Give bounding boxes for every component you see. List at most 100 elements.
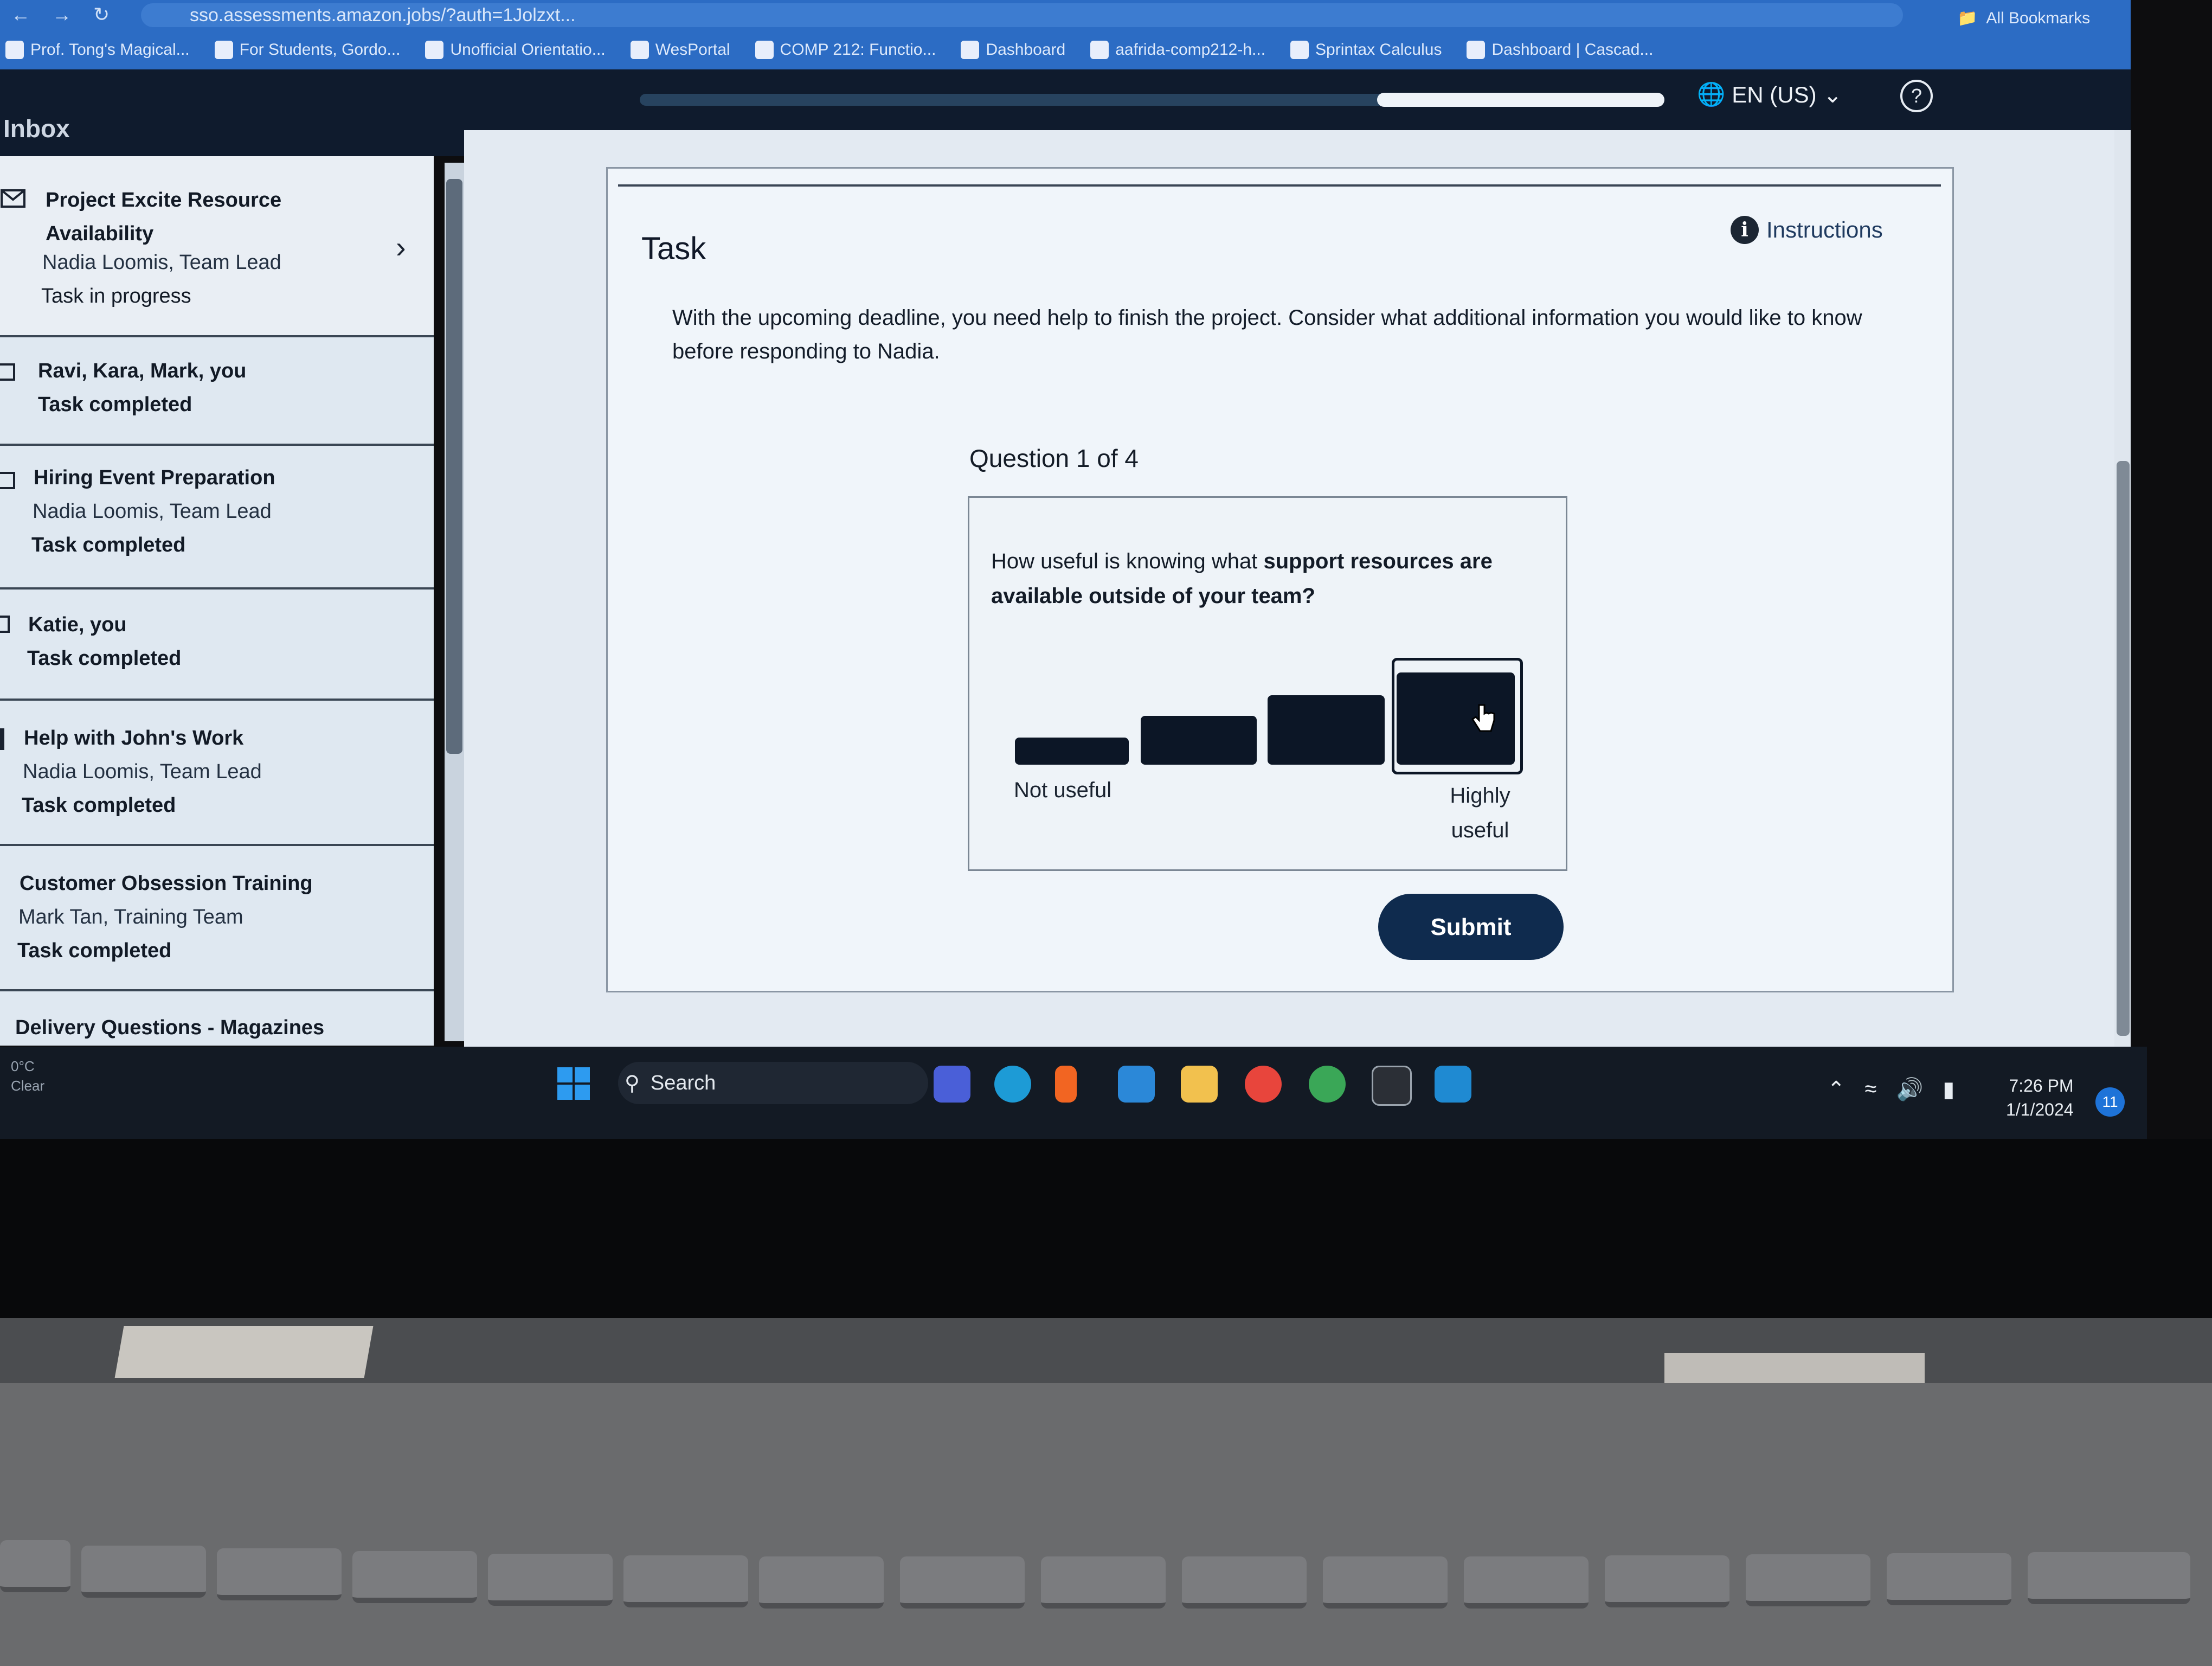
chat-icon [0, 614, 12, 639]
reload-icon[interactable]: ↻ [93, 3, 110, 26]
inbox-item-status: Task completed [38, 393, 192, 416]
main-scroll-thumb[interactable] [2117, 461, 2130, 1036]
chevron-right-icon: › [396, 230, 406, 264]
laptop-keyboard-deck [0, 1383, 2212, 1666]
terminal-icon[interactable] [1372, 1066, 1412, 1106]
inbox-item-title: Customer Obsession Training [20, 872, 313, 895]
instructions-label: Instructions [1766, 217, 1883, 242]
search-icon: ⚲ [625, 1072, 640, 1095]
search-label: Search [650, 1071, 716, 1094]
windows-start-icon[interactable] [557, 1067, 590, 1100]
chrome-profile-icon[interactable] [1309, 1066, 1346, 1103]
inbox-item-status: Task completed [31, 534, 186, 556]
task-title: Task [641, 231, 706, 266]
help-icon[interactable]: ? [1900, 80, 1933, 112]
chevron-up-icon[interactable]: ⌃ [1827, 1077, 1846, 1102]
file-explorer-icon[interactable] [1181, 1066, 1218, 1103]
keyboard-key [1182, 1556, 1307, 1609]
wifi-icon[interactable]: ≈ [1865, 1077, 1877, 1101]
teams-icon[interactable] [934, 1066, 970, 1103]
keyboard-key [1746, 1554, 1870, 1606]
bookmark-icon [630, 41, 649, 59]
weather-temp: 0°C [11, 1058, 35, 1074]
inbox-item-title: Project Excite Resource Availability [46, 189, 282, 245]
keyboard-key [1323, 1556, 1448, 1609]
keyboard-key [81, 1546, 206, 1598]
inbox-item-sender: Mark Tan, Training Team [18, 906, 243, 928]
chat-icon [0, 362, 16, 387]
clock[interactable]: 7:26 PM 1/1/2024 [2006, 1074, 2074, 1122]
bookmark-icon [961, 41, 980, 59]
bookmark-icon [1467, 41, 1486, 59]
bookmark-item[interactable]: aafrida-comp212-h... [1090, 41, 1265, 59]
weather-desc: Clear [11, 1078, 45, 1094]
inbox-item-status: Task completed [27, 647, 182, 670]
bookmark-folder-icon: 📁 [1957, 9, 1978, 27]
inbox-item-sender: Nadia Loomis, Team Lead [33, 500, 272, 523]
inbox-item-title: Ravi, Kara, Mark, you [38, 360, 247, 382]
info-icon: i [1731, 216, 1759, 244]
instructions-link[interactable]: i Instructions [1731, 216, 1883, 244]
inbox-item[interactable]: Hiring Event Preparation Nadia Loomis, T… [0, 444, 434, 589]
taskbar-search[interactable]: ⚲ Search [618, 1062, 928, 1104]
bookmark-item[interactable]: COMP 212: Functio... [755, 41, 936, 59]
bookmark-item[interactable]: Prof. Tong's Magical... [5, 41, 190, 59]
inbox-item[interactable]: Project Excite Resource Availability Nad… [0, 156, 434, 337]
clock-time: 7:26 PM [2009, 1076, 2074, 1095]
keyboard-key [900, 1556, 1025, 1609]
sublime-icon[interactable] [1055, 1066, 1077, 1103]
bookmark-item[interactable]: Unofficial Orientatio... [425, 41, 606, 59]
keyboard-key [623, 1555, 748, 1607]
inbox-item[interactable]: Help with John's Work Nadia Loomis, Team… [0, 699, 434, 846]
forward-icon[interactable]: → [52, 3, 72, 26]
bookmark-item[interactable]: Dashboard | Cascad... [1467, 41, 1653, 59]
sidebar-scroll-thumb[interactable] [446, 179, 462, 754]
language-selector[interactable]: 🌐 EN (US) ⌄ [1697, 81, 1842, 108]
rating-option-1[interactable] [1015, 738, 1129, 765]
question-counter: Question 1 of 4 [969, 444, 1139, 472]
bookmark-item[interactable]: WesPortal [630, 41, 730, 59]
language-label: EN (US) [1732, 81, 1817, 107]
browser-nav: ← → ↻ [5, 2, 141, 27]
volume-icon[interactable]: 🔊 [1896, 1077, 1923, 1102]
progress-fill [1377, 93, 1664, 107]
rating-option-4[interactable] [1397, 672, 1515, 765]
inbox-item[interactable]: Delivery Questions - Magazines [0, 989, 434, 1046]
vscode-icon[interactable] [1435, 1066, 1471, 1103]
inbox-item[interactable]: Katie, you Task completed [0, 587, 434, 701]
all-bookmarks-label: All Bookmarks [1986, 9, 2091, 27]
scale-label-right: Highly useful [1450, 784, 1510, 842]
chrome-icon[interactable] [1245, 1066, 1282, 1103]
bookmark-icon [214, 41, 233, 59]
rating-option-3[interactable] [1268, 695, 1385, 765]
bookmark-icon [755, 41, 774, 59]
bookmark-item[interactable]: For Students, Gordo... [214, 41, 400, 59]
back-icon[interactable]: ← [11, 3, 30, 26]
bookmark-item[interactable]: Dashboard [961, 41, 1065, 59]
globe-icon: 🌐 [1697, 81, 1726, 107]
edge-icon[interactable] [994, 1066, 1031, 1103]
all-bookmarks[interactable]: 📁 All Bookmarks [1957, 9, 2090, 28]
keyboard-key [759, 1556, 884, 1609]
bookmark-item[interactable]: Sprintax Calculus [1290, 41, 1442, 59]
system-tray: ⌃ ≈ 🔊 ▮ [1827, 1077, 1954, 1102]
submit-button[interactable]: Submit [1378, 894, 1564, 960]
keyboard-key [352, 1551, 477, 1603]
keyboard-key [488, 1554, 613, 1606]
bookmark-icon [425, 41, 444, 59]
bookmark-icon [1290, 41, 1309, 59]
inbox-item[interactable]: Customer Obsession Training Mark Tan, Tr… [0, 844, 434, 991]
weather-widget[interactable]: 0°C Clear [11, 1056, 44, 1095]
inbox-item[interactable]: Ravi, Kara, Mark, you Task completed [0, 335, 434, 446]
battery-icon[interactable]: ▮ [1943, 1077, 1954, 1102]
notification-badge[interactable]: 11 [2095, 1087, 2125, 1117]
chevron-down-icon: ⌄ [1823, 82, 1842, 107]
bookmarks-bar: Prof. Tong's Magical... For Students, Go… [0, 34, 2136, 66]
keyboard-key [1464, 1556, 1589, 1609]
mail-icon[interactable] [1118, 1066, 1155, 1103]
inbox-item-title: Hiring Event Preparation [34, 466, 275, 489]
divider [618, 184, 1941, 187]
rating-option-2[interactable] [1141, 716, 1257, 765]
address-bar[interactable]: sso.assessments.amazon.jobs/?auth=1Jolzx… [141, 3, 1903, 27]
inbox-item-status: Task completed [17, 939, 172, 962]
